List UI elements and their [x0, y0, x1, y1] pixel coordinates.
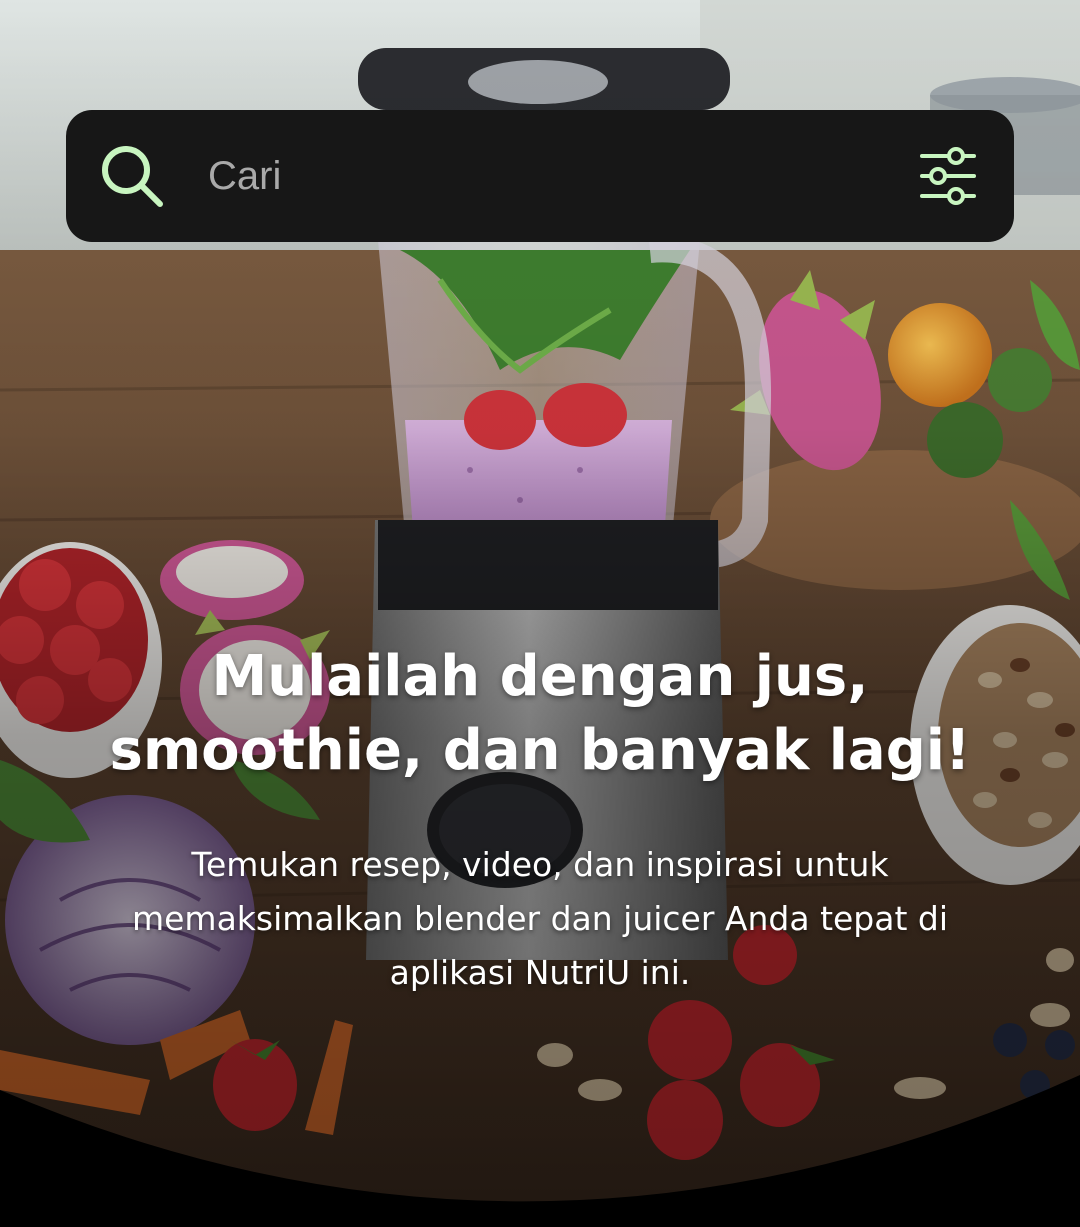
hero-description: Temukan resep, video, dan inspirasi untu…	[80, 838, 1000, 1000]
filter-sliders-icon[interactable]	[918, 146, 978, 206]
hero-description-line-1: Temukan resep, video, dan inspirasi untu…	[191, 845, 889, 884]
hero-description-line-3: aplikasi NutriU ini.	[389, 953, 691, 992]
search-icon[interactable]	[98, 142, 166, 210]
hero-headline-line-1: Mulailah dengan jus,	[211, 644, 869, 709]
search-input[interactable]	[208, 140, 888, 212]
hero-headline: Mulailah dengan jus, smoothie, dan banya…	[60, 640, 1020, 788]
hero-description-line-2: memaksimalkan blender dan juicer Anda te…	[131, 899, 949, 938]
hero-headline-line-2: smoothie, dan banyak lagi!	[109, 718, 971, 783]
